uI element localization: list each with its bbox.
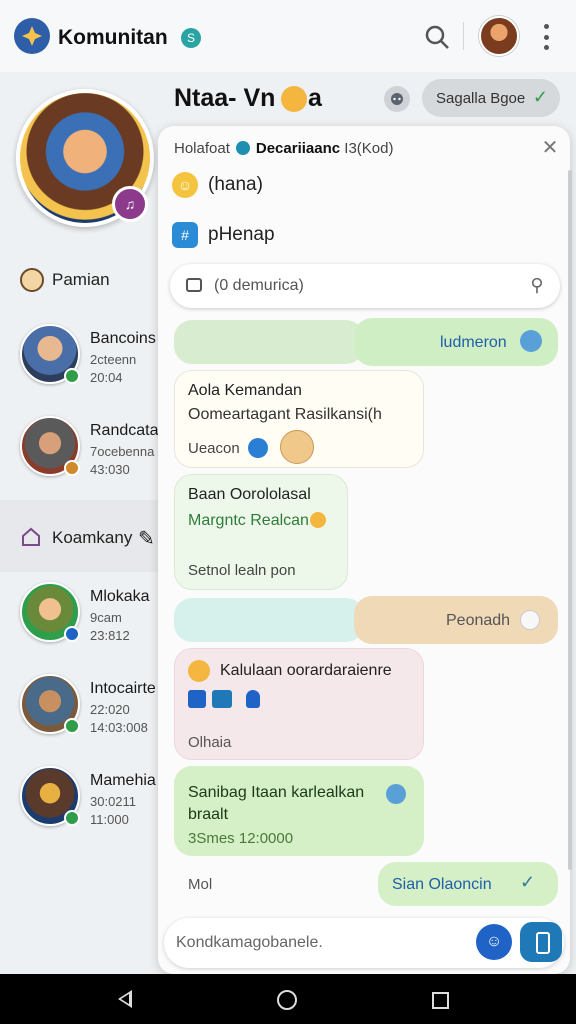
online-status-icon — [64, 718, 80, 734]
mic-button[interactable] — [520, 922, 562, 962]
emoji-icon — [310, 512, 326, 528]
read-receipt-icon — [520, 610, 540, 630]
chat-title: Ntaa- Vn — [174, 84, 276, 112]
search-icon[interactable] — [424, 24, 450, 50]
online-status-icon — [64, 368, 80, 384]
sticker-icon — [280, 430, 314, 464]
section-label: Koamkany — [52, 528, 133, 547]
composer-placeholder: Kondkamagobanele. — [176, 934, 323, 951]
contact-subtitle: 7ocebenna — [90, 444, 155, 459]
message-text: Margntc Realcan — [188, 512, 309, 529]
contact-subtitle: 9cam — [90, 610, 122, 625]
contact-name: Mamehia — [90, 772, 156, 789]
pin-icon[interactable]: ✎ — [138, 526, 155, 551]
message-text: Peonadh — [446, 612, 511, 629]
app-title-badge: S — [181, 28, 201, 48]
message-title: Kalulaan oorardaraienre — [220, 662, 392, 679]
app-logo-icon — [14, 18, 50, 54]
contact-item[interactable]: Bancoins 2cteenn 20:04 — [20, 324, 160, 390]
message-title: Sanibag Itaan karlealkan — [188, 784, 365, 801]
home-button-icon[interactable] — [277, 990, 297, 1010]
search-placeholder: (0 demurica) — [214, 277, 304, 294]
option-label: (hana) — [208, 174, 263, 195]
message-meta: 3Smes 12:0000 — [188, 830, 294, 847]
more-options-icon[interactable] — [538, 24, 554, 50]
popup-header-title: Decariiaanc — [255, 140, 341, 157]
home-icon — [20, 526, 42, 553]
contact-time: 20:04 — [90, 370, 123, 385]
message-text: ludmeron — [440, 334, 507, 351]
chip-label: Sagalla Bgoe — [436, 89, 526, 107]
earth-icon — [386, 784, 406, 804]
check-icon: ✓ — [532, 87, 548, 107]
contact-name: Intocairte — [90, 680, 156, 697]
contact-time: 14:03:008 — [90, 720, 148, 735]
back-icon[interactable] — [118, 990, 132, 1008]
message-text: Sian Olaoncin — [392, 876, 492, 893]
contact-name: Mlokaka — [90, 588, 150, 605]
chat-title-suffix: a — [308, 84, 322, 112]
emoji-icon — [281, 86, 307, 112]
check-icon: ✓ — [520, 872, 536, 892]
sun-icon — [188, 660, 210, 682]
image-icon — [212, 690, 232, 708]
contact-subtitle: 30:0211 — [90, 794, 137, 809]
message-title: Aola Kemandan — [188, 382, 302, 399]
popup-header-suffix: I3(Kod) — [344, 140, 394, 157]
contact-subtitle: 2cteenn — [90, 352, 137, 367]
message-bar — [174, 320, 364, 364]
person-icon — [246, 690, 260, 708]
link-icon — [248, 438, 268, 458]
globe-icon — [235, 141, 250, 155]
status-chip[interactable]: Sagalla Bgoe ✓ — [422, 79, 560, 117]
message-text: Oomeartagant Rasilkansi(h — [188, 406, 382, 423]
divider — [463, 22, 464, 50]
contact-time: 43:030 — [90, 462, 130, 477]
recents-icon[interactable] — [432, 992, 449, 1009]
earth-icon — [520, 330, 542, 352]
message-text: braalt — [188, 806, 229, 823]
message-bar — [174, 598, 364, 642]
message-meta: Olhaia — [188, 734, 232, 751]
search-input[interactable]: (0 demurica) ⚲ — [170, 264, 560, 308]
smile-icon: ☺ — [172, 172, 198, 198]
close-icon[interactable]: ✕ — [540, 138, 560, 158]
message-meta: Mol — [188, 876, 213, 893]
popup-header: Holafoat Decariiaanc I3(Kod) — [174, 140, 393, 157]
attach-icon[interactable]: ⚲ — [526, 275, 548, 297]
contact-item[interactable]: Intocairte 22:020 14:03:008 — [20, 674, 160, 740]
app-title: Komunitan — [58, 26, 168, 49]
section-avatar-icon — [20, 268, 44, 292]
popup-header-prefix: Holafoat — [174, 140, 230, 157]
contact-subtitle: 22:020 — [90, 702, 130, 717]
scrollbar[interactable] — [568, 170, 572, 870]
profile-badge-icon: ♫ — [112, 186, 148, 222]
popup-option[interactable]: ☺ (hana) — [172, 170, 472, 200]
contact-time: 23:812 — [90, 628, 130, 643]
online-status-icon — [64, 810, 80, 826]
message-title: Baan Oorololasal — [188, 486, 311, 503]
option-label: pHenap — [208, 224, 275, 245]
user-avatar[interactable] — [479, 16, 519, 56]
chat-bubble-icon[interactable] — [384, 86, 410, 112]
emoji-button[interactable]: ☺ — [476, 924, 512, 960]
contact-name: Bancoins — [90, 330, 156, 347]
contact-item[interactable]: Mlokaka 9cam 23:812 — [20, 582, 160, 648]
status-icon — [64, 626, 80, 642]
section-label: Pamian — [52, 270, 110, 289]
contact-item[interactable]: Randcata 7ocebenna 43:030 — [20, 416, 160, 482]
message-meta: Ueacon — [188, 440, 240, 457]
contact-time: 11:000 — [90, 812, 129, 827]
contact-name: Randcata — [90, 422, 159, 439]
hashtag-icon: # — [172, 222, 198, 248]
popup-option[interactable]: # pHenap — [172, 220, 472, 250]
status-icon — [64, 460, 80, 476]
edit-icon — [188, 690, 206, 708]
message-meta: Setnol lealn pon — [188, 562, 296, 579]
contact-item[interactable]: Mamehia 30:0211 11:000 — [20, 766, 160, 832]
camera-icon — [186, 278, 202, 292]
